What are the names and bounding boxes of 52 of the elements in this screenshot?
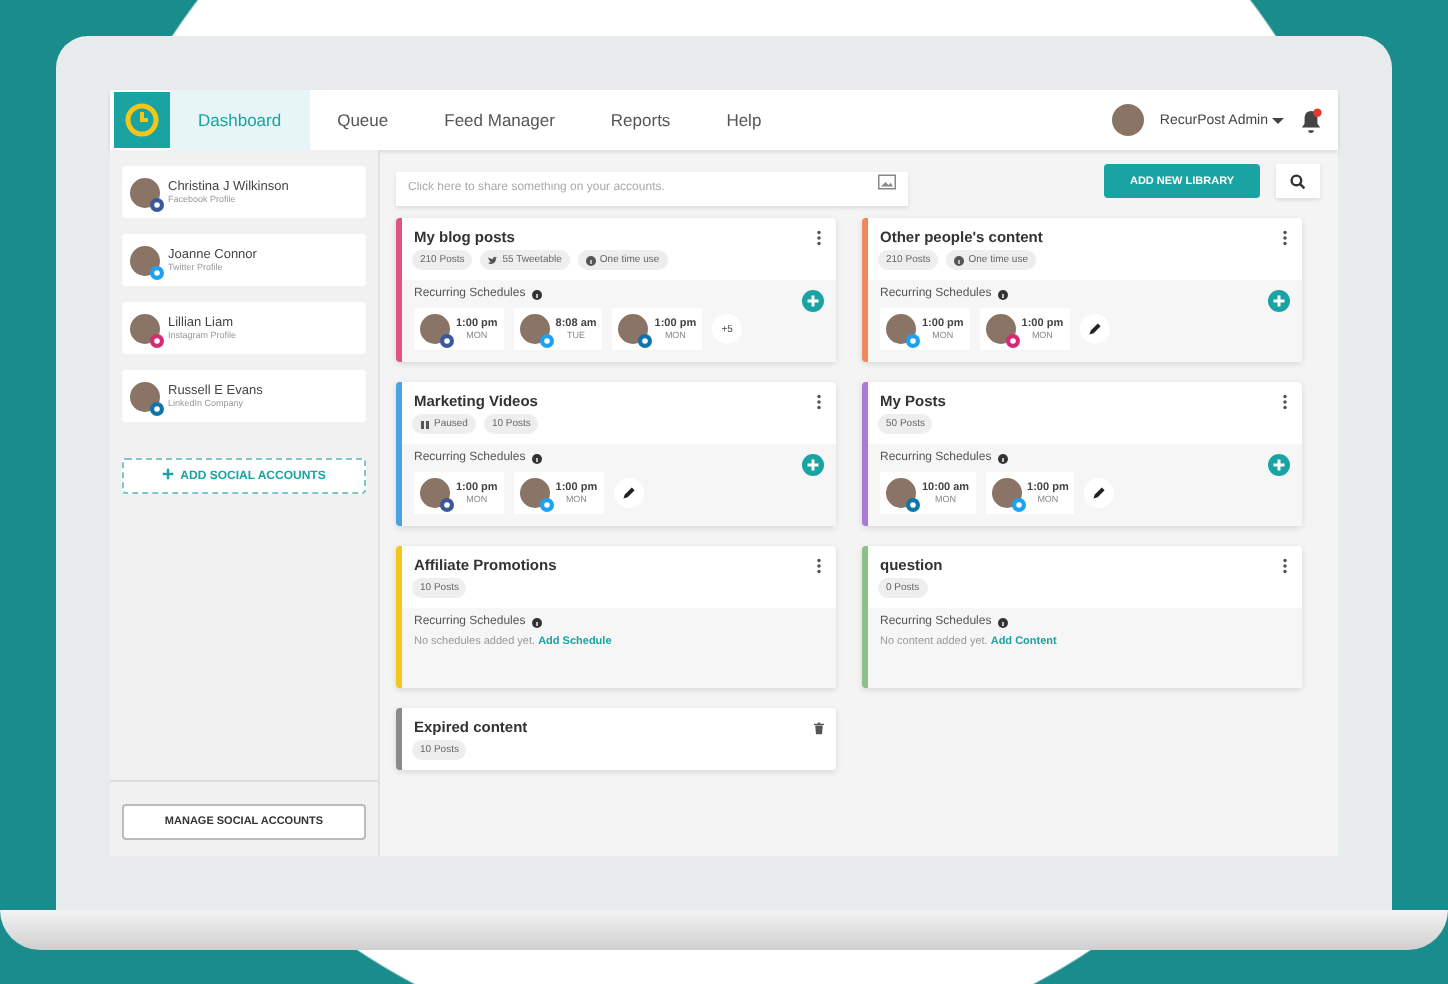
pause-icon bbox=[420, 419, 430, 429]
search-button[interactable] bbox=[1276, 164, 1320, 198]
bell-icon[interactable] bbox=[1300, 107, 1322, 133]
nav-tab[interactable]: Reports bbox=[582, 90, 699, 150]
info-icon bbox=[585, 255, 596, 265]
add-schedule-icon[interactable] bbox=[1268, 454, 1290, 476]
avatar bbox=[519, 314, 550, 344]
add-schedule-icon[interactable] bbox=[802, 290, 824, 312]
avatar bbox=[886, 314, 916, 344]
info-icon bbox=[997, 453, 1008, 463]
nav-tab[interactable]: Feed Manager bbox=[416, 90, 583, 150]
avatar bbox=[130, 381, 160, 411]
add-schedule-icon[interactable] bbox=[1268, 290, 1290, 312]
more-options-icon[interactable] bbox=[814, 393, 824, 409]
avatar bbox=[130, 177, 160, 207]
info-icon bbox=[531, 617, 542, 627]
nav-tab[interactable]: Queue bbox=[309, 90, 417, 150]
avatar bbox=[618, 314, 649, 344]
user-avatar[interactable] bbox=[1111, 104, 1144, 136]
caret-icon bbox=[1272, 117, 1284, 129]
edit-button[interactable] bbox=[613, 478, 644, 508]
pencil-icon bbox=[1087, 322, 1102, 336]
clock-logo-icon bbox=[114, 92, 170, 148]
info-icon bbox=[997, 617, 1008, 627]
info-icon bbox=[531, 289, 542, 299]
avatar bbox=[130, 313, 160, 343]
avatar bbox=[420, 314, 450, 344]
bird-icon bbox=[488, 255, 499, 265]
image-icon bbox=[878, 173, 896, 189]
search-icon bbox=[1290, 173, 1306, 189]
trash-icon[interactable] bbox=[814, 719, 824, 735]
info-icon bbox=[954, 255, 965, 265]
avatar bbox=[420, 478, 450, 508]
add-schedule-icon[interactable] bbox=[802, 454, 824, 476]
more-options-icon[interactable] bbox=[1280, 229, 1290, 245]
avatar bbox=[519, 478, 550, 508]
avatar bbox=[991, 478, 1022, 508]
info-icon bbox=[997, 289, 1008, 299]
edit-button[interactable] bbox=[1079, 314, 1110, 344]
avatar bbox=[130, 245, 160, 275]
more-options-icon[interactable] bbox=[1280, 393, 1290, 409]
nav-tab[interactable]: Help bbox=[698, 90, 790, 150]
info-icon bbox=[531, 453, 542, 463]
avatar bbox=[886, 478, 916, 508]
edit-button[interactable] bbox=[1084, 478, 1115, 508]
avatar bbox=[985, 314, 1016, 344]
pencil-icon bbox=[621, 486, 636, 500]
more-options-icon[interactable] bbox=[814, 229, 824, 245]
pencil-icon bbox=[1092, 486, 1107, 500]
plus-icon bbox=[162, 468, 175, 481]
more-options-icon[interactable] bbox=[814, 557, 824, 573]
more-options-icon[interactable] bbox=[1280, 557, 1290, 573]
